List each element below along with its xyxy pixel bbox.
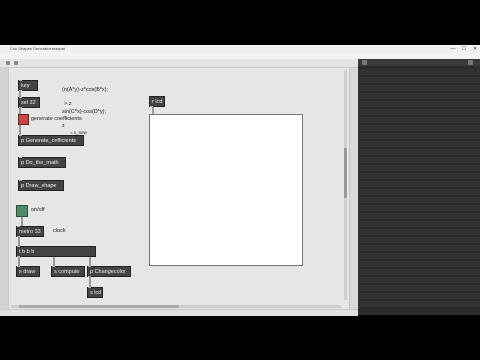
send-lcd-object[interactable]: s lcd bbox=[87, 287, 103, 298]
outlet[interactable] bbox=[19, 107, 22, 108]
inlet[interactable] bbox=[19, 80, 22, 81]
inlet[interactable] bbox=[17, 226, 20, 227]
object-label: r lcd bbox=[152, 99, 163, 105]
outlet[interactable] bbox=[17, 236, 20, 237]
key-object[interactable]: key bbox=[18, 80, 38, 91]
inlet[interactable] bbox=[88, 266, 91, 267]
send-compute-object[interactable]: s compute bbox=[51, 266, 85, 277]
generate-bang[interactable] bbox=[18, 114, 29, 125]
on-off-toggle[interactable] bbox=[16, 205, 28, 217]
generate-coefficients-comment: generate coefficients bbox=[31, 116, 82, 122]
object-label: sel 32 bbox=[21, 100, 36, 106]
inlet[interactable] bbox=[19, 180, 22, 181]
object-label: p Generate_cefficients bbox=[21, 138, 76, 144]
inlet[interactable] bbox=[52, 266, 55, 267]
receive-lcd-object[interactable]: r lcd bbox=[149, 96, 165, 107]
changecolor-subpatch[interactable]: p Changecolor bbox=[87, 266, 131, 277]
outlet[interactable] bbox=[150, 106, 153, 107]
outlet[interactable] bbox=[17, 256, 20, 257]
generate-coefficients-subpatch[interactable]: p Generate_cefficients bbox=[18, 135, 84, 146]
outlet[interactable] bbox=[19, 90, 22, 91]
object-label: metro 33 bbox=[19, 229, 41, 235]
lcd-display[interactable] bbox=[149, 114, 303, 266]
x-new-comment: = x_new bbox=[70, 130, 87, 135]
object-label: p Draw_shape bbox=[21, 183, 57, 189]
metro-object[interactable]: metro 33 bbox=[16, 226, 44, 237]
on-off-comment: on/off bbox=[31, 207, 45, 213]
object-label: p Do_the_math bbox=[21, 160, 59, 166]
trigger-object[interactable]: t b b b bbox=[16, 246, 96, 257]
z-comment: z bbox=[62, 123, 65, 129]
object-label: key bbox=[21, 83, 30, 89]
inlet[interactable] bbox=[17, 266, 20, 267]
send-draw-object[interactable]: s draw bbox=[16, 266, 40, 277]
do-the-math-subpatch[interactable]: p Do_the_math bbox=[18, 157, 66, 168]
object-label: s compute bbox=[54, 269, 80, 275]
inlet[interactable] bbox=[19, 157, 22, 158]
object-label: p Changecolor bbox=[90, 269, 126, 275]
clock-comment: clock bbox=[53, 228, 66, 234]
draw-shape-subpatch[interactable]: p Draw_shape bbox=[18, 180, 64, 191]
sel-object[interactable]: sel 32 bbox=[18, 97, 40, 108]
object-label: s draw bbox=[19, 269, 36, 275]
inlet[interactable] bbox=[19, 135, 22, 136]
inlet[interactable] bbox=[88, 287, 91, 288]
inlet[interactable] bbox=[17, 246, 20, 247]
inlet[interactable] bbox=[19, 97, 22, 98]
formula-comment-2: sin(C*x)-cos(D*y); bbox=[62, 109, 106, 115]
object-label: s lcd bbox=[90, 290, 102, 296]
formula-comment-1: (n(A*y)-z*cos(B*x); bbox=[62, 87, 109, 93]
formula-arrow-comment: > z bbox=[64, 101, 72, 107]
object-label: t b b b bbox=[19, 249, 35, 255]
outlet[interactable] bbox=[88, 276, 91, 277]
